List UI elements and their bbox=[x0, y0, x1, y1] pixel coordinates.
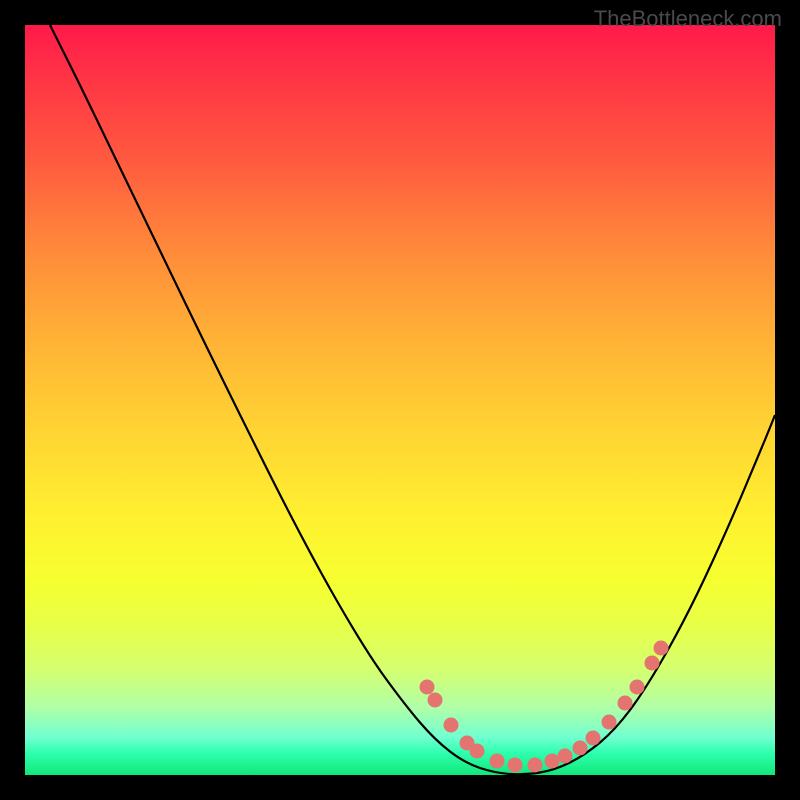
chart-svg bbox=[25, 25, 775, 775]
data-marker bbox=[654, 641, 669, 656]
data-marker bbox=[558, 749, 573, 764]
data-marker bbox=[645, 656, 660, 671]
data-marker bbox=[490, 754, 505, 769]
data-marker bbox=[420, 680, 435, 695]
data-marker bbox=[586, 731, 601, 746]
data-marker bbox=[573, 741, 588, 756]
chart-plot-area bbox=[25, 25, 775, 775]
data-marker bbox=[444, 718, 459, 733]
data-marker bbox=[602, 715, 617, 730]
data-markers bbox=[420, 641, 669, 773]
watermark-text: TheBottleneck.com bbox=[594, 6, 782, 32]
data-marker bbox=[428, 693, 443, 708]
data-marker bbox=[470, 744, 485, 759]
data-marker bbox=[630, 680, 645, 695]
data-marker bbox=[508, 758, 523, 773]
data-marker bbox=[545, 754, 560, 769]
data-marker bbox=[618, 696, 633, 711]
bottleneck-curve bbox=[50, 25, 775, 774]
data-marker bbox=[528, 758, 543, 773]
